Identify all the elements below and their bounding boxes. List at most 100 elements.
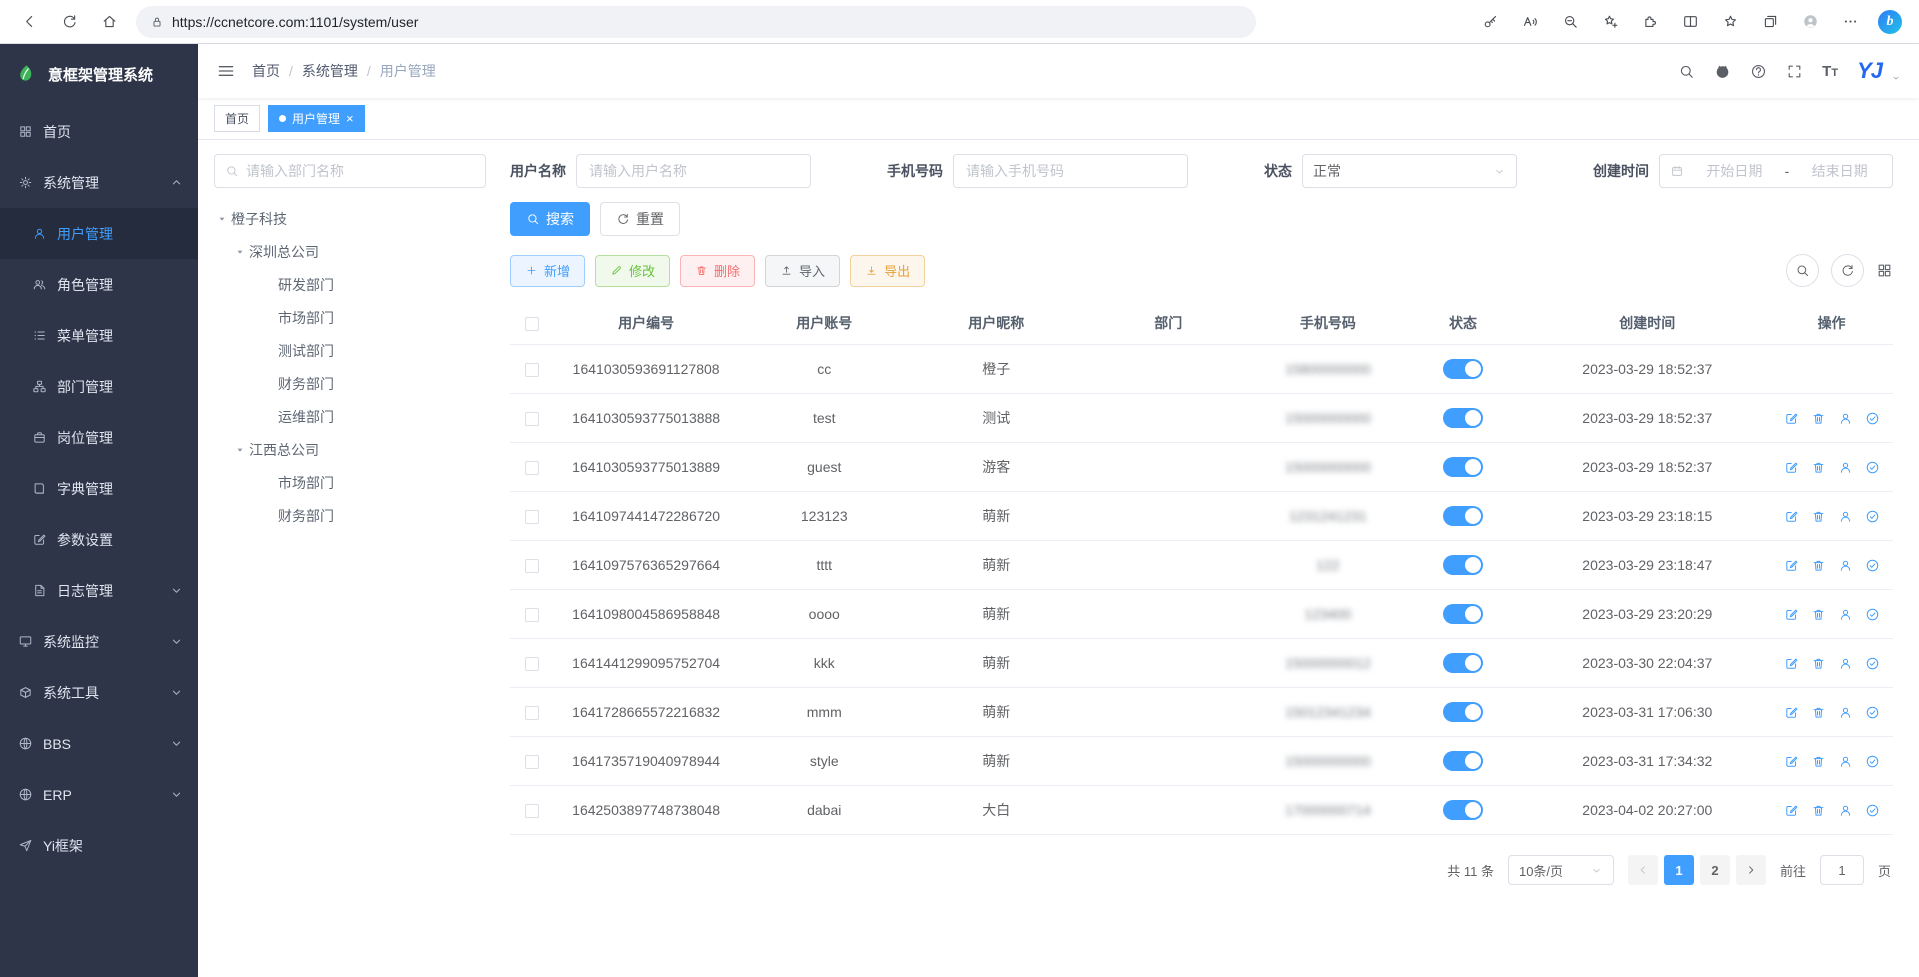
user-icon[interactable] bbox=[1838, 656, 1853, 671]
user-icon[interactable] bbox=[1838, 509, 1853, 524]
tree-node[interactable]: 深圳总公司 bbox=[214, 235, 486, 268]
edit-square-icon[interactable] bbox=[1784, 411, 1799, 426]
edit-square-icon[interactable] bbox=[1784, 803, 1799, 818]
user-icon[interactable] bbox=[1838, 607, 1853, 622]
row-checkbox[interactable] bbox=[525, 559, 539, 573]
tree-node[interactable]: 财务部门 bbox=[214, 367, 486, 400]
toggle-search-button[interactable] bbox=[1786, 254, 1819, 287]
user-icon[interactable] bbox=[1838, 411, 1853, 426]
check-circle-icon[interactable] bbox=[1865, 558, 1880, 573]
font-size-icon[interactable]: TT bbox=[1822, 64, 1838, 79]
user-avatar[interactable]: YJ bbox=[1857, 60, 1882, 82]
close-tab-icon[interactable]: × bbox=[346, 112, 354, 125]
chevron-down-icon[interactable] bbox=[1891, 73, 1901, 83]
trash-icon[interactable] bbox=[1811, 411, 1826, 426]
username-input[interactable] bbox=[576, 154, 811, 188]
status-toggle[interactable] bbox=[1443, 751, 1483, 771]
user-icon[interactable] bbox=[1838, 460, 1853, 475]
sidebar-item-12[interactable]: BBS bbox=[0, 718, 198, 769]
dept-search-field[interactable] bbox=[246, 163, 475, 179]
edit-square-icon[interactable] bbox=[1784, 558, 1799, 573]
add-button[interactable]: 新增 bbox=[510, 255, 585, 287]
fullscreen-icon[interactable] bbox=[1786, 63, 1803, 80]
page-size-select[interactable]: 10条/页 bbox=[1508, 855, 1614, 885]
reload-button[interactable] bbox=[50, 4, 88, 40]
home-button[interactable] bbox=[90, 4, 128, 40]
phone-input[interactable] bbox=[953, 154, 1188, 188]
sidebar-item-14[interactable]: Yi框架 bbox=[0, 820, 198, 871]
sidebar-item-8[interactable]: 参数设置 bbox=[0, 514, 198, 565]
user-icon[interactable] bbox=[1838, 705, 1853, 720]
status-toggle[interactable] bbox=[1443, 653, 1483, 673]
dept-search-input[interactable] bbox=[214, 154, 486, 188]
split-screen-button[interactable] bbox=[1671, 4, 1709, 40]
copilot-icon[interactable]: b bbox=[1878, 10, 1902, 34]
export-button[interactable]: 导出 bbox=[850, 255, 925, 287]
status-select[interactable]: 正常 bbox=[1302, 154, 1517, 188]
search-button[interactable]: 搜索 bbox=[510, 202, 590, 236]
add-favorite-button[interactable] bbox=[1591, 4, 1629, 40]
select-all-checkbox[interactable] bbox=[525, 317, 539, 331]
user-icon[interactable] bbox=[1838, 754, 1853, 769]
github-icon[interactable] bbox=[1714, 63, 1731, 80]
check-circle-icon[interactable] bbox=[1865, 460, 1880, 475]
status-toggle[interactable] bbox=[1443, 359, 1483, 379]
tab-用户管理[interactable]: 用户管理× bbox=[268, 105, 365, 132]
row-checkbox[interactable] bbox=[525, 510, 539, 524]
edit-square-icon[interactable] bbox=[1784, 509, 1799, 524]
edit-button[interactable]: 修改 bbox=[595, 255, 670, 287]
check-circle-icon[interactable] bbox=[1865, 509, 1880, 524]
sidebar-item-6[interactable]: 岗位管理 bbox=[0, 412, 198, 463]
page-button-2[interactable]: 2 bbox=[1700, 855, 1730, 885]
tree-node[interactable]: 市场部门 bbox=[214, 301, 486, 334]
column-settings-button[interactable] bbox=[1876, 262, 1893, 279]
back-button[interactable] bbox=[10, 4, 48, 40]
tree-node[interactable]: 研发部门 bbox=[214, 268, 486, 301]
read-aloud-button[interactable] bbox=[1511, 4, 1549, 40]
next-page-button[interactable] bbox=[1736, 855, 1766, 885]
row-checkbox[interactable] bbox=[525, 755, 539, 769]
goto-page-input[interactable] bbox=[1820, 855, 1864, 885]
tree-node[interactable]: 测试部门 bbox=[214, 334, 486, 367]
edit-square-icon[interactable] bbox=[1784, 607, 1799, 622]
status-toggle[interactable] bbox=[1443, 457, 1483, 477]
status-toggle[interactable] bbox=[1443, 408, 1483, 428]
trash-icon[interactable] bbox=[1811, 705, 1826, 720]
row-checkbox[interactable] bbox=[525, 608, 539, 622]
sidebar-item-0[interactable]: 首页 bbox=[0, 106, 198, 157]
zoom-out-button[interactable] bbox=[1551, 4, 1589, 40]
sidebar-item-3[interactable]: 角色管理 bbox=[0, 259, 198, 310]
edit-square-icon[interactable] bbox=[1784, 754, 1799, 769]
sidebar-item-1[interactable]: 系统管理 bbox=[0, 157, 198, 208]
import-button[interactable]: 导入 bbox=[765, 255, 840, 287]
edit-square-icon[interactable] bbox=[1784, 705, 1799, 720]
question-icon[interactable] bbox=[1750, 63, 1767, 80]
status-toggle[interactable] bbox=[1443, 604, 1483, 624]
hamburger-icon[interactable] bbox=[216, 61, 236, 81]
user-icon[interactable] bbox=[1838, 803, 1853, 818]
row-checkbox[interactable] bbox=[525, 461, 539, 475]
trash-icon[interactable] bbox=[1811, 803, 1826, 818]
status-toggle[interactable] bbox=[1443, 702, 1483, 722]
check-circle-icon[interactable] bbox=[1865, 656, 1880, 671]
more-button[interactable] bbox=[1831, 4, 1869, 40]
collections-button[interactable] bbox=[1751, 4, 1789, 40]
tree-node[interactable]: 运维部门 bbox=[214, 400, 486, 433]
status-toggle[interactable] bbox=[1443, 800, 1483, 820]
copilot-button[interactable]: b bbox=[1871, 4, 1909, 40]
row-checkbox[interactable] bbox=[525, 804, 539, 818]
sidebar-item-9[interactable]: 日志管理 bbox=[0, 565, 198, 616]
trash-icon[interactable] bbox=[1811, 509, 1826, 524]
trash-icon[interactable] bbox=[1811, 607, 1826, 622]
status-toggle[interactable] bbox=[1443, 555, 1483, 575]
check-circle-icon[interactable] bbox=[1865, 754, 1880, 769]
check-circle-icon[interactable] bbox=[1865, 607, 1880, 622]
tree-node[interactable]: 市场部门 bbox=[214, 466, 486, 499]
sidebar-item-11[interactable]: 系统工具 bbox=[0, 667, 198, 718]
edit-square-icon[interactable] bbox=[1784, 460, 1799, 475]
address-bar[interactable]: https://ccnetcore.com:1101/system/user bbox=[136, 6, 1256, 38]
breadcrumb-item[interactable]: 系统管理 bbox=[302, 61, 358, 81]
row-checkbox[interactable] bbox=[525, 657, 539, 671]
trash-icon[interactable] bbox=[1811, 460, 1826, 475]
breadcrumb-item[interactable]: 首页 bbox=[252, 61, 280, 81]
